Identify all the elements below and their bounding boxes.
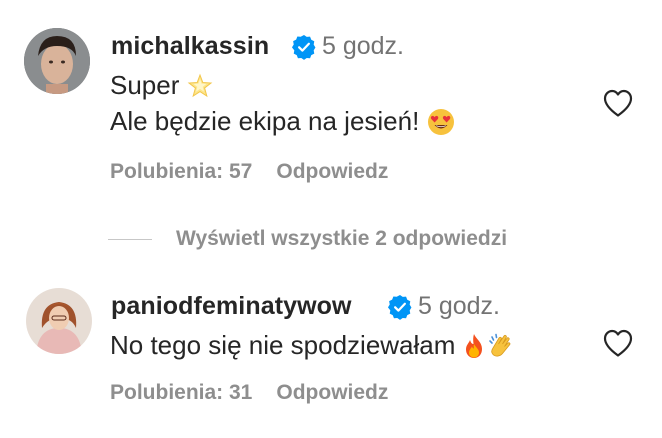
like-heart-icon[interactable] [602,328,634,358]
comment: michalkassin 5 godz. Super Ale będzie ek… [0,0,662,200]
view-replies-button[interactable]: Wyświetl wszystkie 2 odpowiedzi [108,226,507,252]
verified-badge-icon [291,34,316,60]
comment-text-line: Ale będzie ekipa na jesień! [110,106,455,137]
comment-actions: Polubienia: 31 Odpowiedz [110,381,388,405]
comment-text: No tego się nie spodziewałam [110,330,456,360]
fire-icon [466,333,483,358]
like-heart-icon[interactable] [602,88,634,118]
heart-eyes-icon [428,108,455,135]
reply-button[interactable]: Odpowiedz [276,160,388,184]
avatar[interactable] [26,288,92,354]
comment-actions: Polubienia: 57 Odpowiedz [110,160,388,184]
divider [108,238,152,240]
clapping-hands-icon [489,333,511,356]
comment-text: Super [110,70,180,100]
timestamp[interactable]: 5 godz. [322,32,404,61]
likes-count[interactable]: Polubienia: 57 [110,160,252,184]
comment-text: Ale będzie ekipa na jesień! [110,106,420,136]
likes-count[interactable]: Polubienia: 31 [110,381,252,405]
comment-text-line: No tego się nie spodziewałam [110,330,515,361]
comments-section: michalkassin 5 godz. Super Ale będzie ek… [0,0,662,438]
username[interactable]: michalkassin [111,32,269,61]
view-replies-label[interactable]: Wyświetl wszystkie 2 odpowiedzi [176,227,507,251]
reply-button[interactable]: Odpowiedz [276,381,388,405]
timestamp[interactable]: 5 godz. [418,292,500,321]
comment-text-line: Super [110,70,213,101]
username[interactable]: paniodfeminatywow [111,292,352,321]
comment: paniodfeminatywow 5 godz. No tego się ni… [0,268,662,438]
glowing-star-icon [188,73,213,97]
verified-badge-icon [387,294,412,320]
avatar[interactable] [24,28,90,94]
